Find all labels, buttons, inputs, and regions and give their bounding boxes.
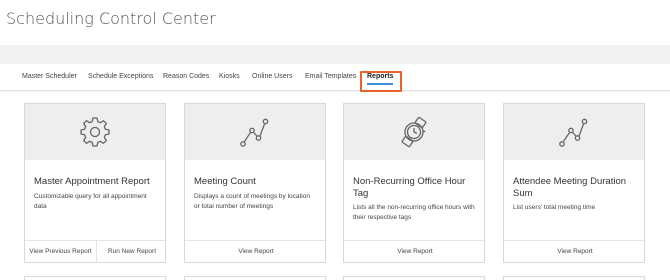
report-card-master-appointment: Master Appointment Report Customizable q… <box>24 103 166 263</box>
header: Scheduling Control Center <box>0 0 670 45</box>
tab-master-scheduler[interactable]: Master Scheduler <box>22 73 77 80</box>
tab-schedule-exceptions[interactable]: Schedule Exceptions <box>88 73 153 80</box>
report-card-partial <box>343 276 485 280</box>
card-description: List users' total meeting time <box>513 204 596 211</box>
line-chart-icon <box>559 118 588 147</box>
report-card-partial <box>184 276 326 280</box>
view-report-link[interactable]: View Report <box>344 241 486 262</box>
card-footer: View Previous Report Run New Report <box>25 240 165 262</box>
card-image <box>25 104 165 160</box>
page-title: Scheduling Control Center <box>6 9 216 28</box>
report-card-meeting-count: Meeting Count Displays a count of meetin… <box>184 103 326 263</box>
card-footer: View Report <box>344 240 484 262</box>
report-card-non-recurring-office-hour-tag: Non-Recurring Office Hour Tag Lists all … <box>343 103 485 263</box>
report-card-partial <box>24 276 166 280</box>
view-report-link[interactable]: View Report <box>185 241 327 262</box>
card-image <box>185 104 325 160</box>
tab-email-templates[interactable]: Email Templates <box>305 73 356 80</box>
watch-icon <box>401 116 427 148</box>
line-chart-icon <box>240 118 269 147</box>
card-image <box>344 104 484 160</box>
card-title: Master Appointment Report <box>34 176 150 187</box>
card-description: Lists all the non-recurring office hours… <box>353 204 475 221</box>
report-card-partial <box>503 276 645 280</box>
card-footer: View Report <box>185 240 325 262</box>
view-report-link[interactable]: View Report <box>504 241 646 262</box>
tab-bar: Master Scheduler Schedule Exceptions Rea… <box>0 64 670 91</box>
view-previous-report-link[interactable]: View Previous Report <box>25 241 96 262</box>
tab-online-users[interactable]: Online Users <box>252 73 292 80</box>
card-title: Attendee Meeting Duration Sum <box>513 176 627 199</box>
card-image <box>504 104 644 160</box>
tab-kiosks[interactable]: Kiosks <box>219 73 240 80</box>
card-title: Non-Recurring Office Hour Tag <box>353 176 466 199</box>
card-description: Customizable query for all appointment d… <box>34 193 147 210</box>
tab-reason-codes[interactable]: Reason Codes <box>163 73 209 80</box>
card-footer: View Report <box>504 240 644 262</box>
report-card-attendee-meeting-duration-sum: Attendee Meeting Duration Sum List users… <box>503 103 645 263</box>
card-description: Displays a count of meetings by location… <box>194 193 310 210</box>
header-band <box>0 45 670 64</box>
card-title: Meeting Count <box>194 176 256 187</box>
gear-icon <box>80 117 110 147</box>
run-new-report-link[interactable]: Run New Report <box>97 241 167 262</box>
tab-reports[interactable]: Reports <box>367 73 394 85</box>
